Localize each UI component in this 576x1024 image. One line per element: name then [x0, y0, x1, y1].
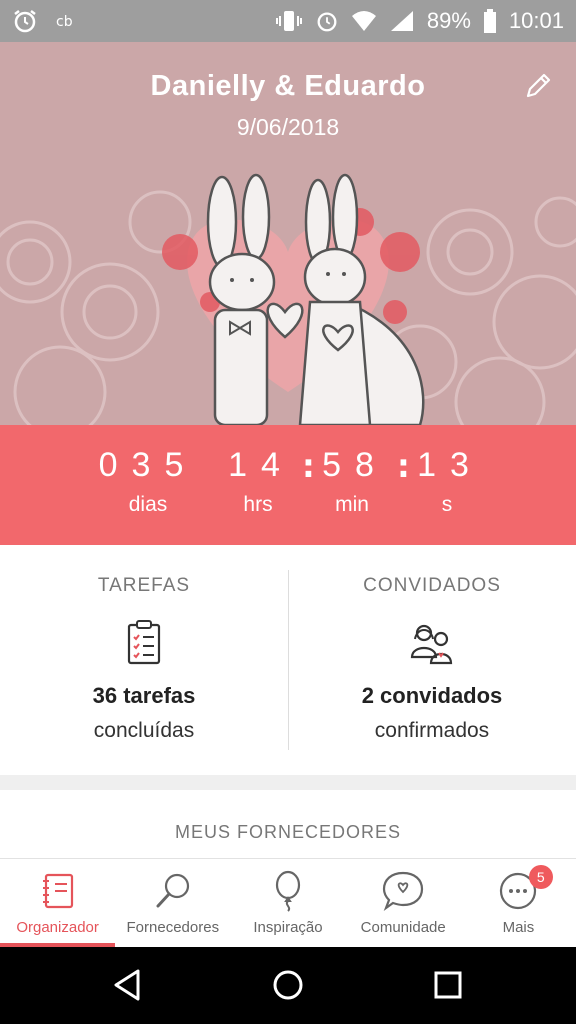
vendors-section: MEUS FORNECEDORES: [0, 790, 576, 860]
back-icon[interactable]: [106, 963, 150, 1007]
guests-subtitle: confirmados: [374, 719, 490, 742]
magnifier-icon: [156, 873, 189, 908]
days-value: 035: [98, 446, 198, 484]
pencil-icon: [526, 73, 551, 98]
vibrate-icon: [275, 9, 303, 33]
separator-colon: :: [302, 447, 315, 485]
notification-badge: 5: [528, 865, 553, 889]
stats-card: TAREFAS 36 tarefas concluídas CONVIDADOS…: [0, 545, 576, 775]
notebook-icon: [42, 873, 73, 909]
nav-fornecedores[interactable]: Fornecedores: [115, 859, 230, 947]
seconds-value: 13: [417, 446, 483, 484]
days-label: dias: [128, 493, 168, 516]
bottom-navigation: Organizador Fornecedores Inspiração Comu…: [0, 858, 576, 947]
guests-title: CONVIDADOS: [363, 575, 501, 596]
edit-button[interactable]: [520, 68, 556, 104]
guests-summary[interactable]: CONVIDADOS 2 convidados confirmados: [288, 545, 576, 775]
signal-icon: [389, 10, 415, 32]
recents-icon[interactable]: [426, 963, 470, 1007]
nav-label: Comunidade: [360, 919, 446, 936]
alarm-icon: [12, 8, 38, 34]
tasks-value: 36 tarefas: [92, 683, 196, 708]
screen: cb 89% 10:01 Danielly & Eduardo 9/06/201…: [0, 0, 576, 1024]
alarm-icon: [315, 9, 339, 33]
battery-icon: [483, 9, 497, 33]
nav-label: Fornecedores: [126, 919, 220, 936]
couple-names: Danielly & Eduardo: [150, 70, 426, 102]
app-icon: cb: [54, 11, 78, 31]
nav-label: Mais: [502, 919, 535, 936]
nav-inspiracao[interactable]: Inspiração: [230, 859, 345, 947]
minutes-label: min: [335, 493, 369, 516]
vendors-title: MEUS FORNECEDORES: [174, 822, 402, 842]
home-icon[interactable]: [266, 963, 310, 1007]
nav-label: Organizador: [16, 919, 99, 936]
clipboard-checklist-icon: [127, 620, 161, 665]
wedding-date: 9/06/2018: [236, 114, 340, 140]
tasks-title: TAREFAS: [97, 575, 191, 596]
clock: 10:01: [508, 8, 564, 33]
couple-icon: [410, 624, 453, 665]
couple-illustration: [0, 173, 576, 425]
countdown-seconds: 13: [415, 443, 485, 487]
chat-heart-icon: [383, 871, 424, 911]
nav-comunidade[interactable]: Comunidade: [346, 859, 461, 947]
hours-value: 14: [228, 446, 294, 484]
countdown-minutes: 58: [320, 443, 390, 487]
tasks-summary[interactable]: TAREFAS 36 tarefas concluídas: [0, 545, 288, 775]
minutes-value: 58: [322, 446, 388, 484]
wedding-header: Danielly & Eduardo 9/06/2018: [0, 42, 576, 425]
separator-colon: :: [397, 447, 410, 485]
nav-label: Inspiração: [253, 919, 323, 936]
countdown-days: 035: [98, 443, 198, 487]
balloon-icon: [275, 870, 301, 912]
status-bar: cb 89% 10:01: [0, 0, 576, 42]
nav-mais[interactable]: 5 Mais: [461, 859, 576, 947]
countdown-hours: 14: [226, 443, 296, 487]
svg-text:cb: cb: [56, 14, 73, 30]
hours-label: hrs: [243, 493, 273, 516]
nav-organizador[interactable]: Organizador: [0, 859, 116, 947]
seconds-label: s: [441, 493, 453, 516]
system-navigation-bar: [0, 947, 576, 1024]
countdown-banner: 035 dias 14 hrs : 58 min : 13 s: [0, 425, 576, 545]
guests-value: 2 convidados: [361, 683, 503, 708]
tasks-subtitle: concluídas: [93, 719, 195, 742]
battery-percent: 89%: [426, 8, 471, 33]
wifi-icon: [351, 10, 377, 32]
